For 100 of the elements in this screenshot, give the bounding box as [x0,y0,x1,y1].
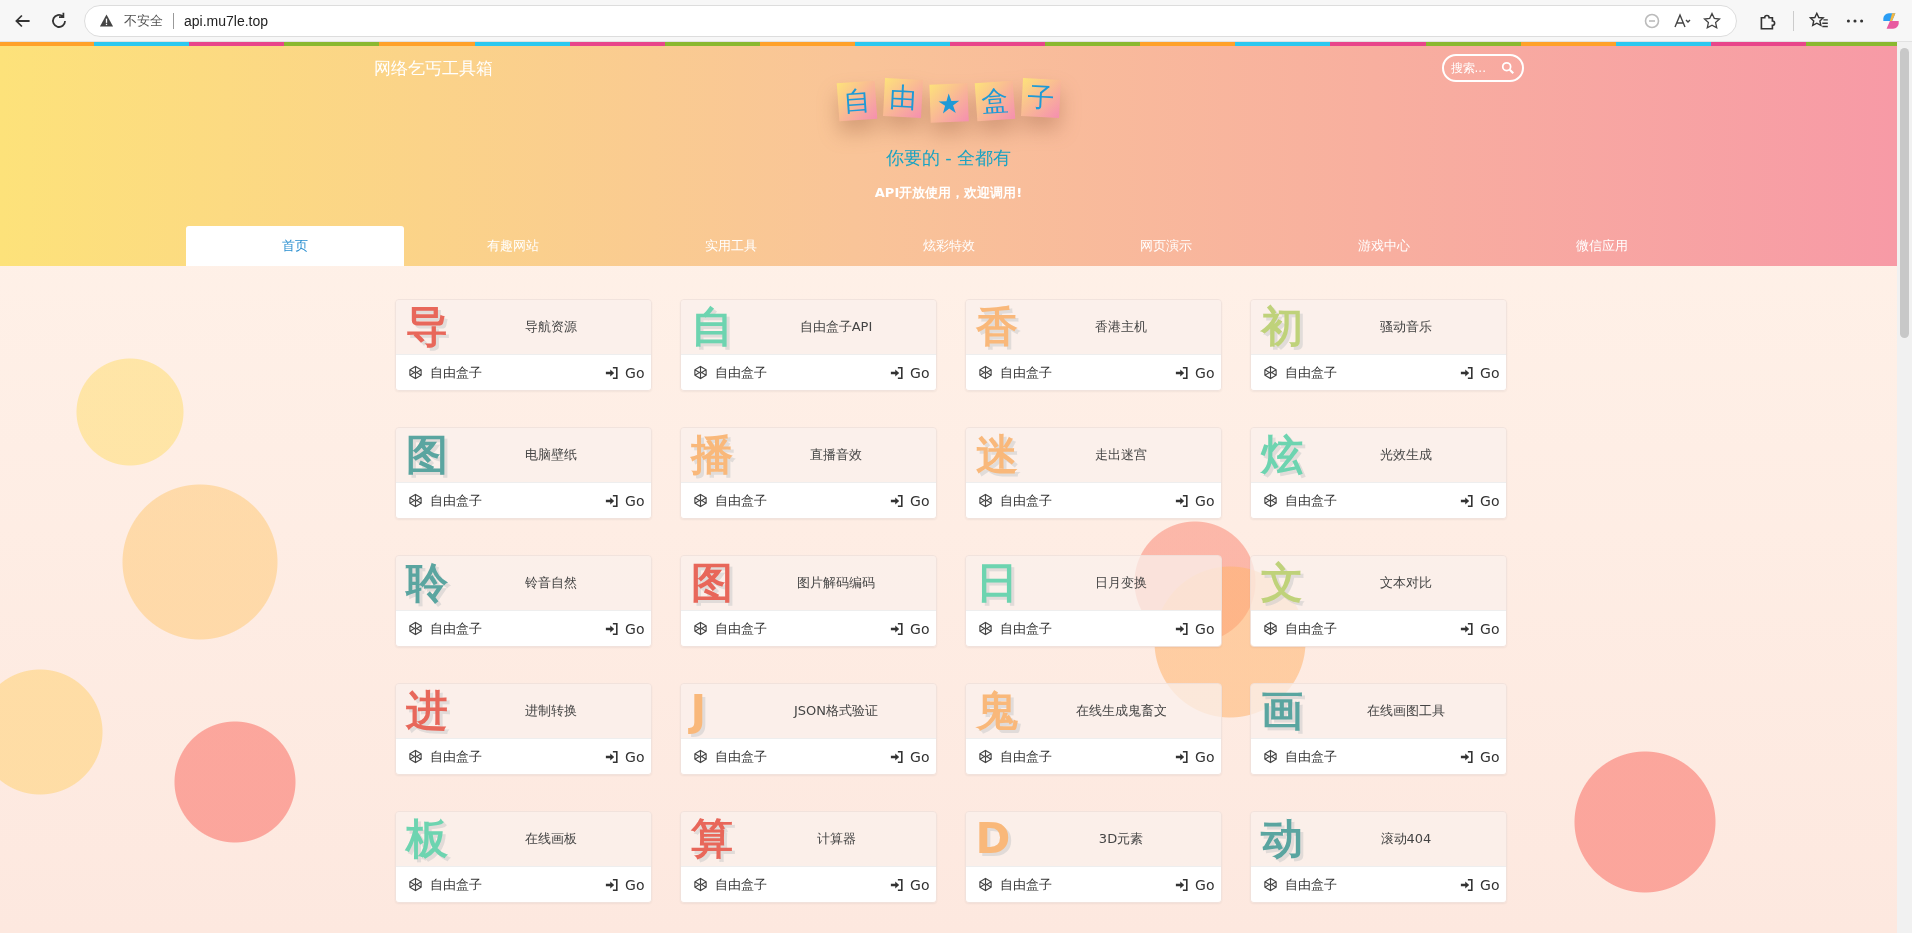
card-source: 自由盒子 [429,747,482,766]
card-glyph: 播 [690,434,734,476]
tool-card[interactable]: J JSON格式验证 自由盒子 Go [679,683,937,775]
cube-icon [1262,877,1278,892]
card-source: 自由盒子 [999,875,1052,894]
go-link[interactable]: Go [1175,364,1215,381]
go-link[interactable]: Go [1175,620,1215,637]
warning-icon[interactable] [99,13,114,28]
go-link[interactable]: Go [605,876,645,893]
login-icon [890,493,905,508]
tool-card[interactable]: 图 电脑壁纸 自由盒子 Go [394,427,652,519]
go-link[interactable]: Go [605,364,645,381]
card-glyph: J [690,690,708,732]
cube-icon [407,877,423,892]
cube-icon [407,749,423,764]
tool-card[interactable]: 板 在线画板 自由盒子 Go [394,811,652,903]
go-link[interactable]: Go [1175,876,1215,893]
go-link[interactable]: Go [1460,620,1500,637]
card-title: 3D元素 [1097,830,1145,848]
tool-card[interactable]: 初 骚动音乐 自由盒子 Go [1249,299,1507,391]
logo-tile: 子 [1020,78,1061,118]
cube-icon [407,365,423,380]
go-link[interactable]: Go [1175,492,1215,509]
tool-card[interactable]: 播 直播音效 自由盒子 Go [679,427,937,519]
login-icon [890,621,905,636]
login-icon [1175,493,1190,508]
tool-card[interactable]: 自 自由盒子API 自由盒子 Go [679,299,937,391]
card-title: 香港主机 [1094,318,1148,336]
tool-card[interactable]: 文 文本对比 自由盒子 Go [1249,555,1507,647]
login-icon [1175,621,1190,636]
go-link[interactable]: Go [1460,876,1500,893]
logo-tile: ★ [928,83,969,123]
go-link[interactable]: Go [605,620,645,637]
go-link[interactable]: Go [890,492,930,509]
card-glyph: 画 [1260,690,1304,732]
tool-card[interactable]: D 3D元素 自由盒子 Go [964,811,1222,903]
slogan: 你要的 - 全都有 [885,146,1012,170]
login-icon [890,365,905,380]
go-link[interactable]: Go [890,748,930,765]
go-link[interactable]: Go [1460,492,1500,509]
nav-tab[interactable]: 首页 [186,226,404,266]
scrollbar[interactable] [1897,42,1912,933]
tool-card[interactable]: 算 计算器 自由盒子 Go [679,811,937,903]
logo-tile: 由 [882,78,923,118]
card-glyph: 香 [975,306,1019,348]
card-source: 自由盒子 [429,875,482,894]
tool-card[interactable]: 图 图片解码编码 自由盒子 Go [679,555,937,647]
search-field[interactable]: 搜索... [1441,54,1524,82]
cube-icon [977,749,993,764]
cube-icon [977,365,993,380]
go-link[interactable]: Go [1175,748,1215,765]
tool-card[interactable]: 聆 铃音自然 自由盒子 Go [394,555,652,647]
tool-card[interactable]: 进 进制转换 自由盒子 Go [394,683,652,775]
go-link[interactable]: Go [605,748,645,765]
tool-card[interactable]: 炫 光效生成 自由盒子 Go [1249,427,1507,519]
go-link[interactable]: Go [890,876,930,893]
scrollbar-thumb[interactable] [1900,48,1909,338]
card-glyph: 文 [1260,562,1304,604]
card-title: 骚动音乐 [1379,318,1433,336]
cube-icon [692,621,708,636]
card-source: 自由盒子 [999,619,1052,638]
card-source: 自由盒子 [429,491,482,510]
tool-card[interactable]: 日 日月变换 自由盒子 Go [964,555,1222,647]
go-link[interactable]: Go [605,492,645,509]
tool-card[interactable]: 香 香港主机 自由盒子 Go [964,299,1222,391]
card-title: 滚动404 [1379,830,1433,848]
tagline: API开放使用，欢迎调用! [874,184,1023,202]
go-link[interactable]: Go [1460,748,1500,765]
go-link[interactable]: Go [1460,364,1500,381]
card-source: 自由盒子 [429,363,482,382]
card-title: 在线画图工具 [1366,702,1446,720]
cube-icon [977,493,993,508]
card-glyph: 迷 [975,434,1019,476]
go-link[interactable]: Go [890,620,930,637]
tool-card[interactable]: 迷 走出迷宫 自由盒子 Go [964,427,1222,519]
address-bar[interactable]: 不安全 api.mu7le.top [84,4,1737,37]
cube-icon [692,365,708,380]
card-title: 图片解码编码 [796,574,876,592]
cube-icon [977,621,993,636]
login-icon [605,621,620,636]
card-glyph: 图 [405,434,449,476]
cube-icon [977,877,993,892]
tool-card[interactable]: 动 滚动404 自由盒子 Go [1249,811,1507,903]
go-link[interactable]: Go [890,364,930,381]
tool-card[interactable]: 画 在线画图工具 自由盒子 Go [1249,683,1507,775]
logo-tile: 自 [836,80,877,122]
tool-card[interactable]: 鬼 在线生成鬼畜文 自由盒子 Go [964,683,1222,775]
login-icon [1460,877,1475,892]
card-source: 自由盒子 [714,875,767,894]
tool-card[interactable]: 导 导航资源 自由盒子 Go [394,299,652,391]
login-icon [605,493,620,508]
card-glyph: 鬼 [975,690,1019,732]
login-icon [1460,749,1475,764]
card-glyph: D [975,818,1012,860]
login-icon [890,877,905,892]
card-glyph: 进 [405,690,449,732]
card-glyph: 板 [405,818,449,860]
star-icon[interactable] [1702,10,1722,31]
card-glyph: 日 [975,562,1019,604]
card-title: 在线画板 [524,830,578,848]
